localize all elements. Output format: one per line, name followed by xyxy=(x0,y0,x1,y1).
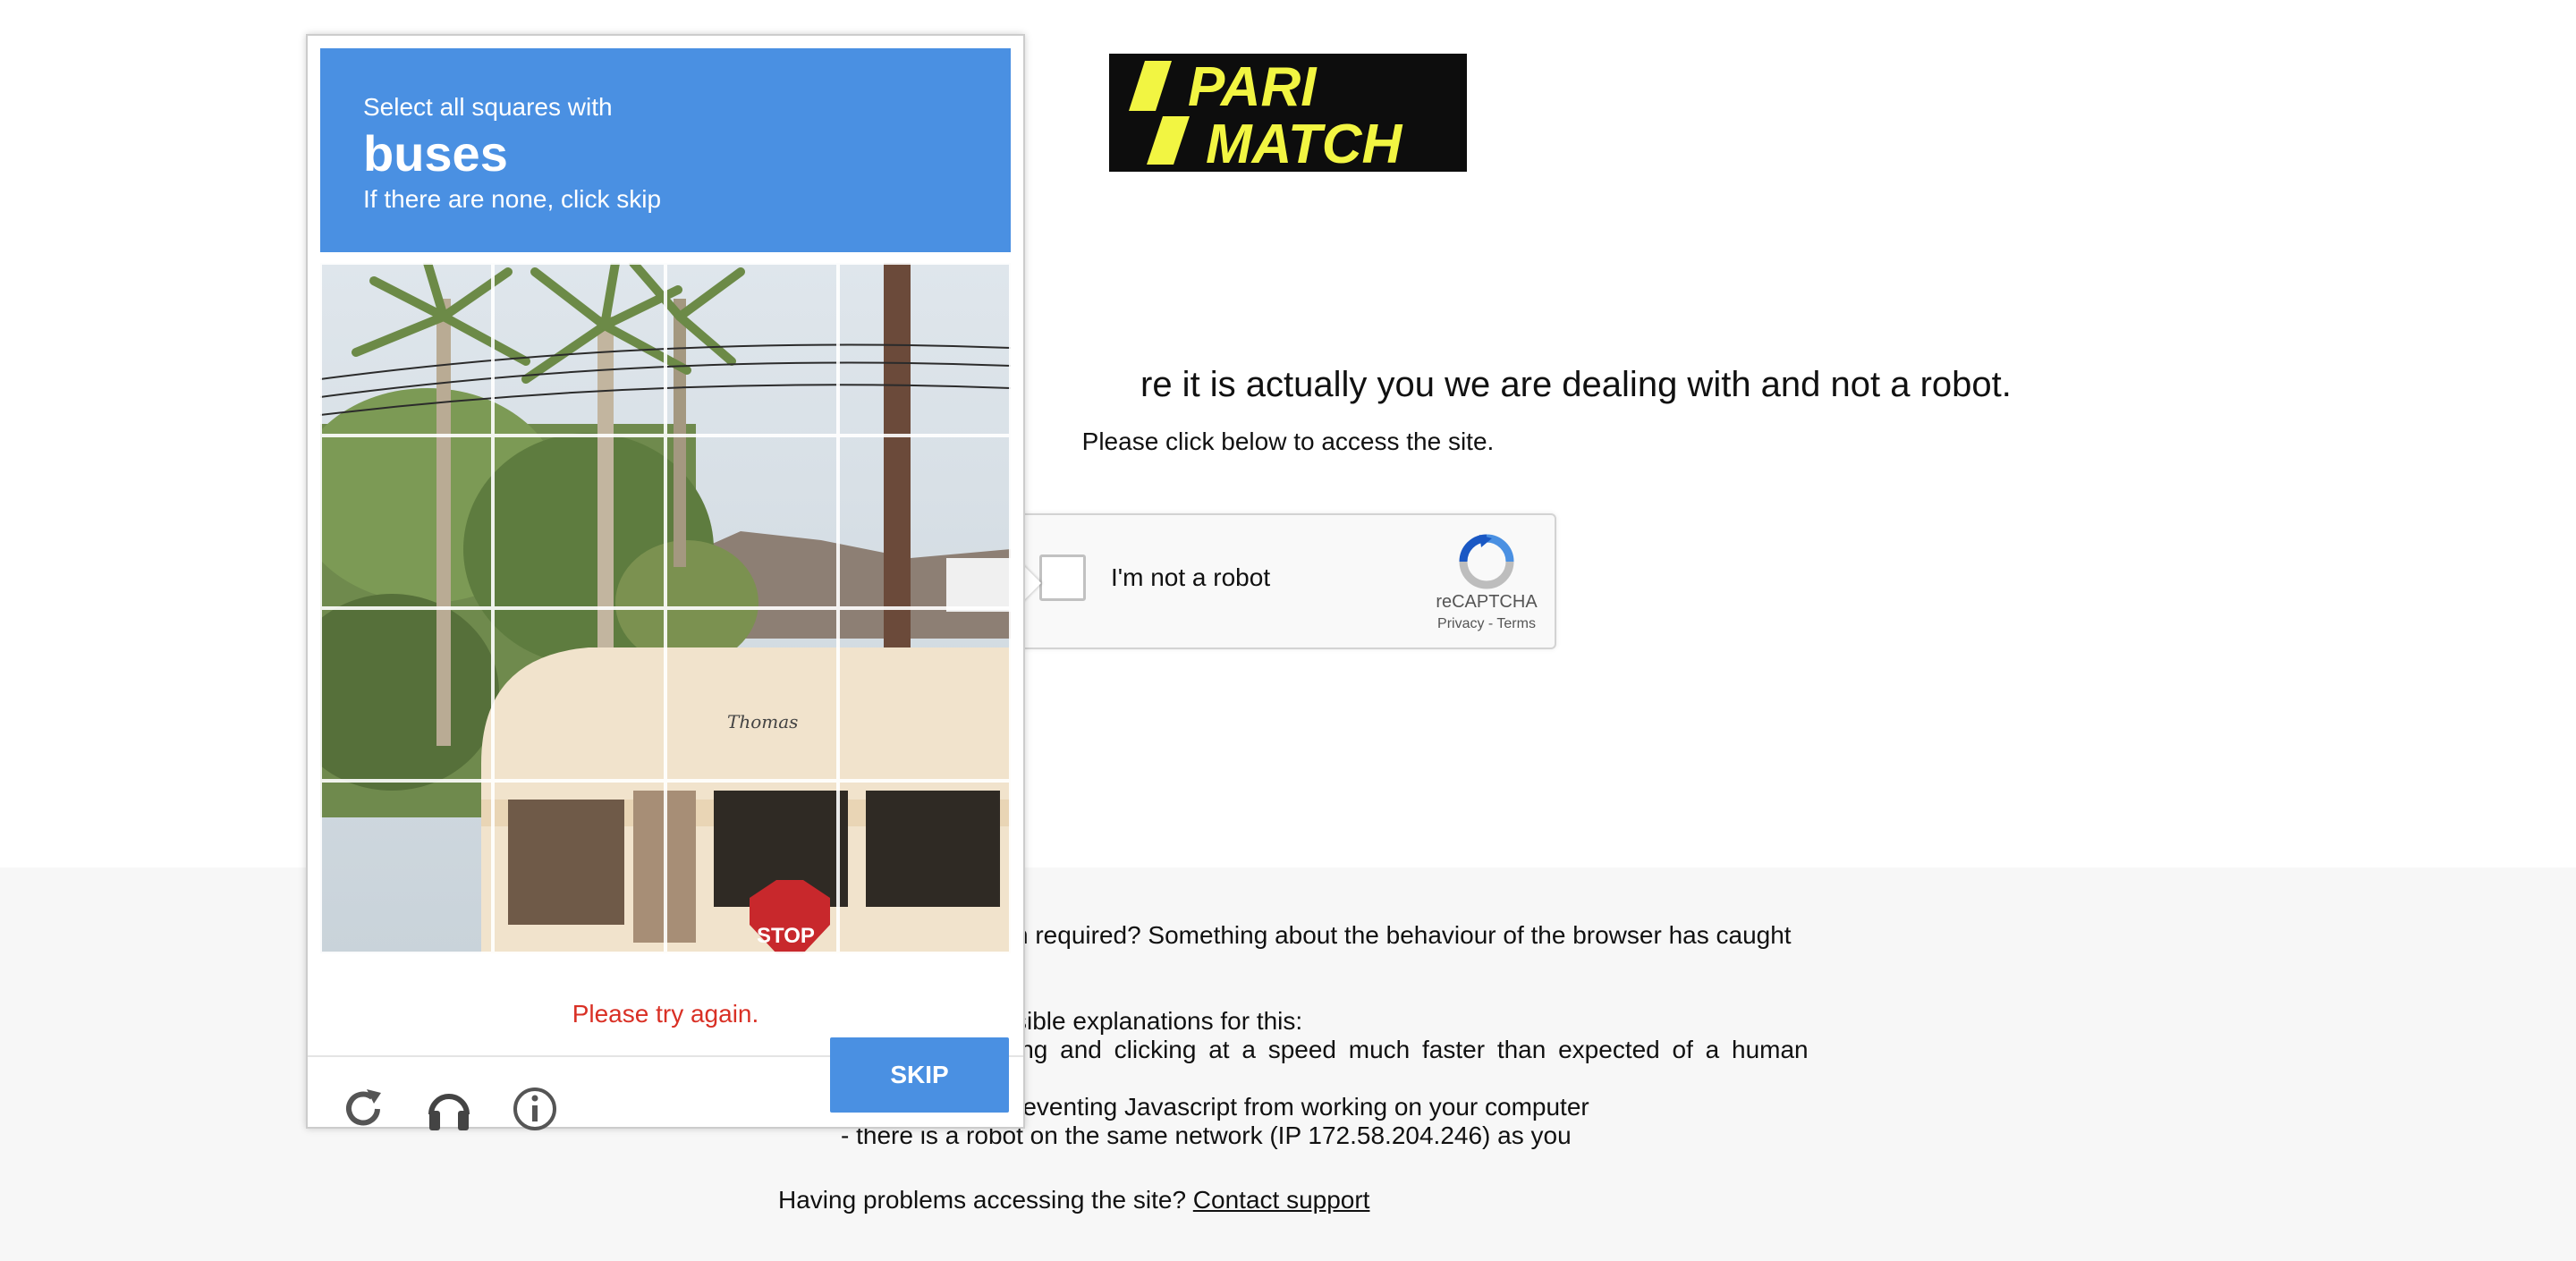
privacy-link[interactable]: Privacy xyxy=(1437,616,1484,631)
captcha-challenge-popup: Select all squares with buses If there a… xyxy=(306,34,1025,1130)
recaptcha-logo: reCAPTCHA Privacy - Terms xyxy=(1426,533,1547,632)
reload-icon[interactable] xyxy=(338,1084,388,1134)
logo-line2: MATCH xyxy=(1206,114,1402,172)
instruction-tail: If there are none, click skip xyxy=(363,185,662,213)
grid-tile[interactable] xyxy=(320,781,493,953)
recaptcha-links: Privacy - Terms xyxy=(1426,616,1547,632)
support-line: Having problems accessing the site? Cont… xyxy=(778,1186,1369,1214)
grid-tile[interactable] xyxy=(320,263,493,436)
grid-tile[interactable] xyxy=(838,608,1011,781)
grid-tile[interactable] xyxy=(838,781,1011,953)
footer-line-1: n required? Something about the behaviou… xyxy=(1014,921,1792,949)
parimatch-logo: PARI MATCH xyxy=(1109,54,1467,172)
terms-link[interactable]: Terms xyxy=(1496,616,1536,631)
contact-support-link[interactable]: Contact support xyxy=(1193,1186,1370,1214)
grid-tile[interactable] xyxy=(493,781,665,953)
audio-headphones-icon[interactable] xyxy=(424,1084,474,1134)
not-a-robot-checkbox[interactable] xyxy=(1039,554,1086,601)
grid-tile[interactable] xyxy=(493,263,665,436)
recaptcha-brand: reCAPTCHA xyxy=(1436,592,1538,612)
grid-tile[interactable] xyxy=(665,436,838,608)
grid-tile[interactable] xyxy=(665,781,838,953)
logo-line1: PARI xyxy=(1188,56,1318,118)
footer-line-3: ing and clicking at a speed much faster … xyxy=(1014,1036,1809,1063)
grid-tile[interactable] xyxy=(838,263,1011,436)
image-grid: Thomas STOP xyxy=(320,263,1011,953)
footer-line-2: sible explanations for this: xyxy=(1014,1007,1303,1035)
not-a-robot-label: I'm not a robot xyxy=(1111,563,1271,591)
grid-tile[interactable] xyxy=(320,436,493,608)
grid-tile[interactable] xyxy=(493,436,665,608)
tile-grid xyxy=(320,263,1011,953)
error-message: Please try again. xyxy=(572,1000,759,1028)
grid-tile[interactable] xyxy=(665,608,838,781)
grid-tile[interactable] xyxy=(838,436,1011,608)
support-prefix: Having problems accessing the site? xyxy=(778,1186,1187,1214)
grid-tile[interactable] xyxy=(493,608,665,781)
page-headline-text: re it is actually you we are dealing wit… xyxy=(1140,365,2012,404)
links-separator: - xyxy=(1484,616,1497,631)
info-icon[interactable] xyxy=(510,1084,560,1134)
recaptcha-icon xyxy=(1459,534,1514,589)
recaptcha-widget: I'm not a robot reCAPTCHA Privacy - Term… xyxy=(1011,513,1556,649)
grid-tile[interactable] xyxy=(320,608,493,781)
instruction-text: Select all squares with xyxy=(363,93,613,121)
skip-button[interactable]: SKIP xyxy=(830,1037,1009,1113)
challenge-header: Select all squares with buses If there a… xyxy=(320,48,1011,252)
footer-line-4: reventing Javascript from working on you… xyxy=(1014,1093,1589,1121)
grid-tile[interactable] xyxy=(665,263,838,436)
target-object: buses xyxy=(363,125,508,182)
